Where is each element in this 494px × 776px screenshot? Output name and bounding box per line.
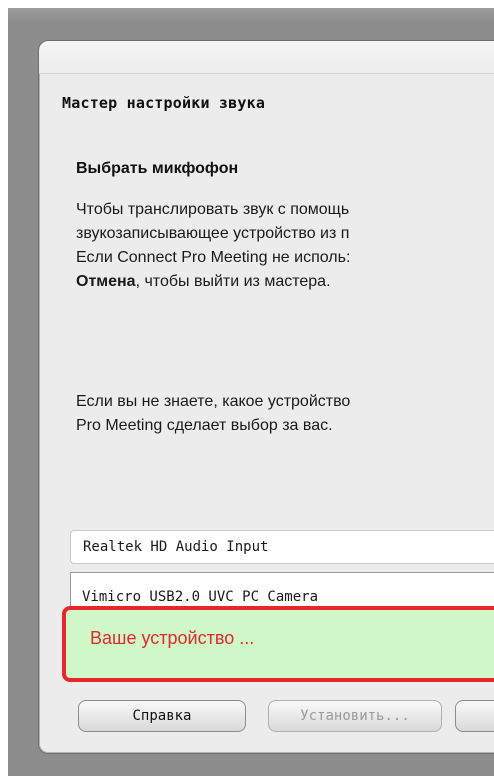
instructions-line-4: Отмена, чтобы выйти из мастера. (76, 270, 350, 294)
help-button[interactable]: Справка (78, 700, 246, 732)
help-line-1: Если вы не знаете, какое устройство (76, 393, 351, 410)
device-option[interactable]: Vimicro USB2.0 UVC PC Camera (82, 589, 318, 605)
microphone-select[interactable]: Realtek HD Audio Input (70, 530, 494, 564)
install-button[interactable]: Установить... (268, 700, 442, 732)
your-device-label: Ваше устройство ... (90, 628, 255, 648)
your-device-highlight[interactable]: Ваше устройство ... (62, 606, 494, 682)
instructions-line-3: Если Connect Pro Meeting не исполь: (76, 249, 351, 266)
selected-device-value: Realtek HD Audio Input (83, 539, 269, 555)
section-heading: Выбрать микфофон (76, 160, 239, 177)
instructions-line-1: Чтобы транслировать звук с помощь (76, 201, 350, 218)
screen: Мастер настройки звука Выбрать микфофон … (0, 0, 494, 776)
instructions-line-2: звукозаписывающее устройство из п (76, 225, 350, 242)
instructions-paragraph: Чтобы транслировать звук с помощь звукоз… (76, 198, 350, 294)
next-button[interactable] (455, 700, 494, 732)
help-line-2: Pro Meeting сделает выбор за вас. (76, 417, 333, 434)
dialog-title: Мастер настройки звука (62, 94, 266, 112)
help-paragraph: Если вы не знаете, какое устройство Pro … (76, 390, 350, 438)
instructions-line-4-rest: , чтобы выйти из мастера. (135, 273, 331, 290)
dialog-title-bar (39, 41, 494, 74)
cancel-keyword: Отмена (76, 273, 136, 290)
